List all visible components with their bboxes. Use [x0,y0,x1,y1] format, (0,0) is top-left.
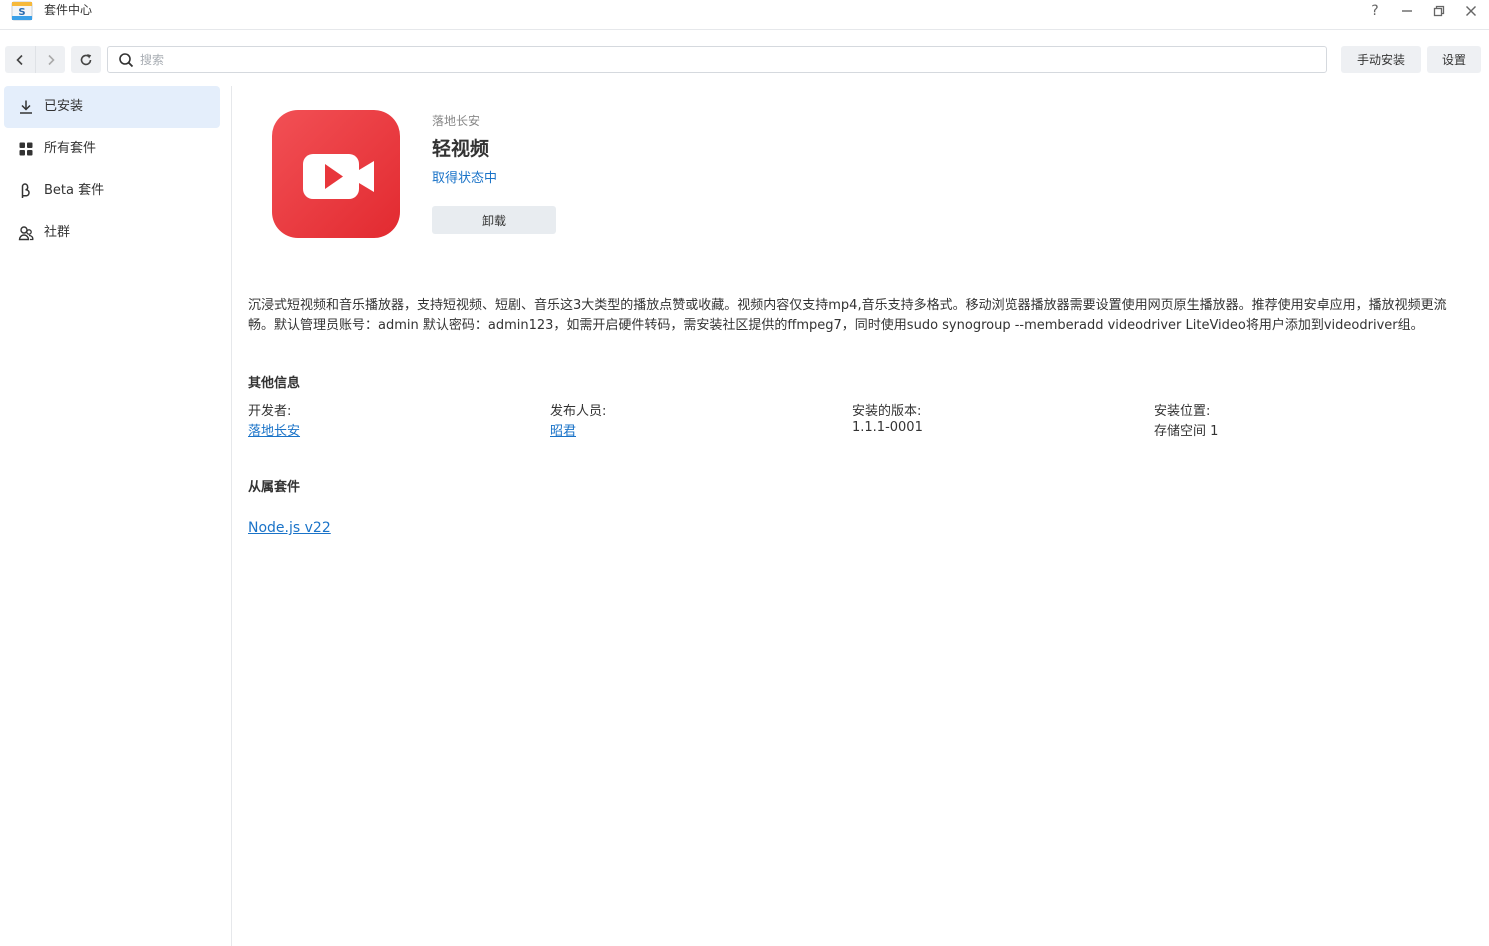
sidebar-item-label: 已安装 [44,99,84,114]
close-icon [1466,6,1476,16]
developer-link[interactable]: 落地长安 [248,420,300,439]
publisher-link[interactable]: 昭君 [550,420,576,439]
close-button[interactable] [1459,0,1483,22]
refresh-button[interactable] [71,46,101,73]
help-icon: ? [1371,3,1379,19]
version-value: 1.1.1-0001 [852,420,923,435]
minimize-icon [1402,10,1412,12]
history-nav [5,46,65,73]
sidebar-item-label: 社群 [44,225,71,240]
grid-icon [19,142,33,156]
package-center-app-icon: S [11,1,33,21]
search-box [107,46,1327,73]
package-icon [272,110,400,238]
dependencies-title: 从属套件 [248,480,301,495]
sidebar: 已安装 所有套件 Beta 套件 社群 [0,86,232,946]
help-button[interactable]: ? [1363,0,1387,22]
package-status-link[interactable]: 取得状态中 [432,167,497,186]
uninstall-button[interactable]: 卸载 [432,206,556,234]
forward-button[interactable] [35,46,65,73]
publisher-label: 发布人员: [550,404,607,419]
sidebar-item-community[interactable]: 社群 [4,212,220,254]
download-icon [20,100,32,114]
package-name: 轻视频 [432,138,490,160]
sidebar-item-all-packages[interactable]: 所有套件 [4,128,220,170]
dependency-link[interactable]: Node.js v22 [248,520,331,536]
manual-install-button[interactable]: 手动安装 [1341,46,1421,73]
location-label: 安装位置: [1154,404,1211,419]
settings-button[interactable]: 设置 [1427,46,1481,73]
beta-icon [21,183,30,198]
window-title: 套件中心 [44,3,93,17]
sidebar-item-label: 所有套件 [44,141,97,156]
back-button[interactable] [5,46,35,73]
developer-label: 开发者: [248,404,292,419]
title-bar: S 套件中心 ? [0,0,1489,30]
search-icon [119,53,134,68]
other-info-title: 其他信息 [248,376,301,391]
package-description: 沉浸式短视频和音乐播放器，支持短视频、短剧、音乐这3大类型的播放点赞或收藏。视频… [248,298,1447,333]
restore-button[interactable] [1427,0,1451,22]
search-input[interactable] [140,49,1310,70]
chevron-left-icon [16,54,23,65]
community-icon [18,226,34,241]
chevron-right-icon [47,54,55,65]
sidebar-item-label: Beta 套件 [44,183,105,198]
svg-text:S: S [18,7,25,18]
minimize-button[interactable] [1395,0,1419,22]
refresh-icon [80,53,92,65]
package-developer: 落地长安 [432,114,481,128]
location-value: 存储空间 1 [1154,424,1219,439]
version-label: 安装的版本: [852,404,922,419]
sidebar-item-beta[interactable]: Beta 套件 [4,170,220,212]
sidebar-item-installed[interactable]: 已安装 [4,86,220,128]
restore-icon [1433,5,1445,17]
